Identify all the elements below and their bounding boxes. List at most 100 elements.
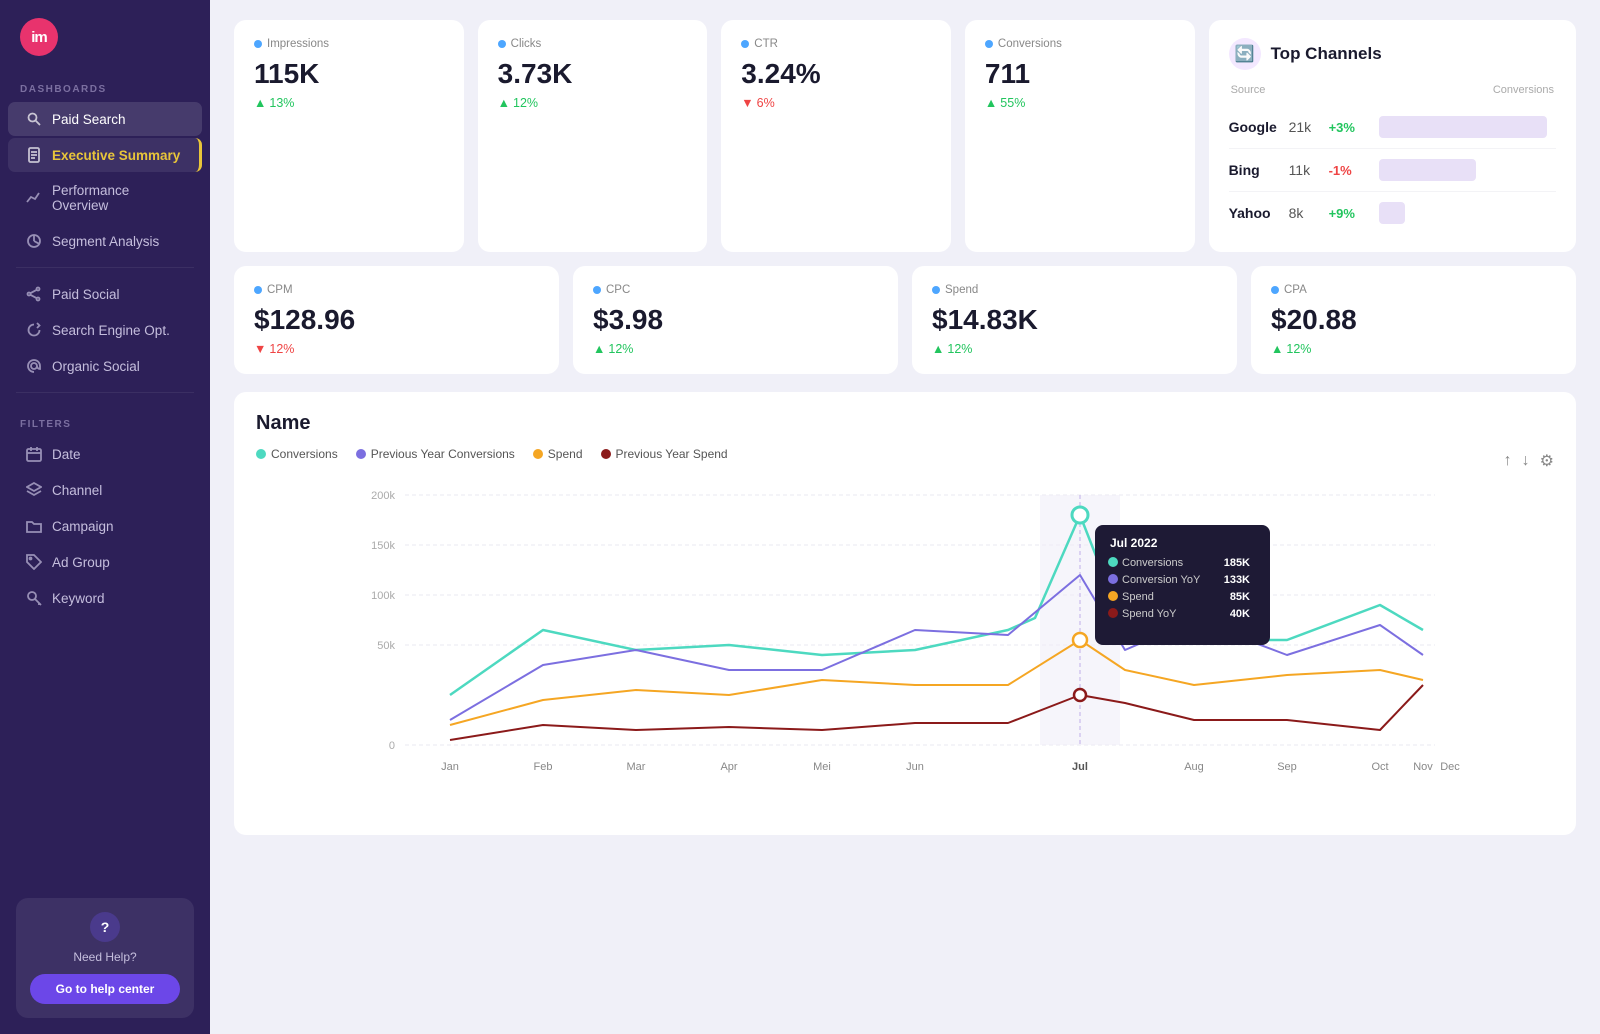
- svg-text:185K: 185K: [1224, 557, 1250, 569]
- metrics-row-1: Impressions 115K ▲ 13% Clicks 3.73K ▲ 12…: [234, 20, 1576, 252]
- layers-icon: [26, 482, 42, 498]
- svg-text:Feb: Feb: [534, 761, 553, 773]
- svg-text:Nov: Nov: [1413, 761, 1433, 773]
- line-prev-conversions: [450, 575, 1423, 720]
- tc-pct-google: +3%: [1329, 120, 1369, 135]
- svg-text:Apr: Apr: [720, 761, 737, 773]
- svg-text:133K: 133K: [1224, 574, 1250, 586]
- dot-spend-jul: [1073, 633, 1087, 647]
- metric-dot-spend: [932, 286, 940, 294]
- svg-text:Conversion YoY: Conversion YoY: [1122, 574, 1201, 586]
- tc-count-google: 21k: [1289, 119, 1329, 135]
- arrow-down-cpm: ▼: [254, 342, 266, 356]
- arrow-up-cpc: ▲: [593, 342, 605, 356]
- svg-text:Spend YoY: Spend YoY: [1122, 608, 1177, 620]
- metric-change-spend: ▲ 12%: [932, 342, 1217, 356]
- help-box: ? Need Help? Go to help center: [16, 898, 194, 1018]
- top-channels-card: 🔄 Top Channels Source Conversions Google…: [1209, 20, 1576, 252]
- tag-icon: [26, 554, 42, 570]
- legend-spend: Spend: [533, 447, 583, 461]
- sidebar-label-search-engine-opt: Search Engine Opt.: [52, 323, 170, 338]
- sidebar-item-search-engine-opt[interactable]: Search Engine Opt.: [8, 313, 202, 347]
- tc-bar-wrap-google: [1379, 116, 1556, 138]
- metric-dot-ctr: [741, 40, 749, 48]
- divider-1: [16, 267, 194, 268]
- legend-dot-spend: [533, 449, 543, 459]
- dashboards-label: DASHBOARDS: [0, 66, 210, 101]
- sidebar-item-paid-social[interactable]: Paid Social: [8, 277, 202, 311]
- metric-value-conversions: 711: [985, 58, 1175, 90]
- metric-value-clicks: 3.73K: [498, 58, 688, 90]
- sidebar-item-paid-search[interactable]: Paid Search: [8, 102, 202, 136]
- top-channels-row-yahoo: Yahoo 8k +9%: [1229, 192, 1556, 234]
- metric-dot-conversions: [985, 40, 993, 48]
- svg-text:Spend: Spend: [1122, 591, 1154, 603]
- tc-bar-yahoo: [1379, 202, 1406, 224]
- metric-value-ctr: 3.24%: [741, 58, 931, 90]
- pie-icon: [26, 233, 42, 249]
- svg-text:Jul: Jul: [1072, 761, 1088, 773]
- tc-bar-wrap-bing: [1379, 159, 1556, 181]
- chart-svg: 200k 150k 100k 50k 0: [256, 475, 1554, 815]
- svg-text:Jan: Jan: [441, 761, 459, 773]
- sidebar-item-performance-overview[interactable]: Performance Overview: [8, 174, 202, 222]
- metric-value-cpm: $128.96: [254, 304, 539, 336]
- metric-change-cpm: ▼ 12%: [254, 342, 539, 356]
- sidebar-label-date: Date: [52, 447, 81, 462]
- tc-pct-bing: -1%: [1329, 163, 1369, 178]
- chart-actions: ↑ ↓ ⚙: [1504, 451, 1554, 471]
- metric-dot-impressions: [254, 40, 262, 48]
- svg-text:Dec: Dec: [1440, 761, 1460, 773]
- top-channels-row-google: Google 21k +3%: [1229, 106, 1556, 149]
- sidebar-item-ad-group[interactable]: Ad Group: [8, 545, 202, 579]
- sidebar-label-performance-overview: Performance Overview: [52, 183, 184, 213]
- chart-tooltip: Jul 2022 Conversions 185K Conversion YoY…: [1095, 525, 1270, 645]
- chart-settings-button[interactable]: ⚙: [1540, 451, 1554, 471]
- metric-card-impressions: Impressions 115K ▲ 13%: [234, 20, 464, 252]
- arrow-up-clicks: ▲: [498, 96, 510, 110]
- chart-download-button[interactable]: ↓: [1522, 452, 1530, 470]
- metric-dot-clicks: [498, 40, 506, 48]
- metric-card-conversions: Conversions 711 ▲ 55%: [965, 20, 1195, 252]
- sidebar-item-campaign[interactable]: Campaign: [8, 509, 202, 543]
- metric-card-cpa: CPA $20.88 ▲ 12%: [1251, 266, 1576, 374]
- tc-count-bing: 11k: [1289, 162, 1329, 178]
- svg-text:Jun: Jun: [906, 761, 924, 773]
- sidebar-item-date[interactable]: Date: [8, 437, 202, 471]
- folder-icon: [26, 518, 42, 534]
- dot-conversions-jul: [1072, 507, 1088, 523]
- sidebar-item-keyword[interactable]: Keyword: [8, 581, 202, 615]
- arrow-up-spend: ▲: [932, 342, 944, 356]
- metric-dot-cpm: [254, 286, 262, 294]
- svg-text:50k: 50k: [377, 640, 395, 652]
- chart-upload-button[interactable]: ↑: [1504, 452, 1512, 470]
- sidebar-item-channel[interactable]: Channel: [8, 473, 202, 507]
- at-icon: [26, 358, 42, 374]
- sidebar-item-executive-summary[interactable]: Executive Summary: [8, 138, 202, 172]
- calendar-icon: [26, 446, 42, 462]
- sidebar-label-campaign: Campaign: [52, 519, 114, 534]
- metric-label-spend: Spend: [932, 284, 1217, 296]
- sidebar-item-segment-analysis[interactable]: Segment Analysis: [8, 224, 202, 258]
- help-center-button[interactable]: Go to help center: [30, 974, 180, 1004]
- sidebar-item-organic-social[interactable]: Organic Social: [8, 349, 202, 383]
- svg-text:Aug: Aug: [1184, 761, 1204, 773]
- metric-value-cpa: $20.88: [1271, 304, 1556, 336]
- top-channels-title: Top Channels: [1271, 44, 1382, 64]
- sidebar-label-segment-analysis: Segment Analysis: [52, 234, 159, 249]
- tc-count-yahoo: 8k: [1289, 205, 1329, 221]
- legend-dot-prev-conversions: [356, 449, 366, 459]
- dot-prev-spend-jul: [1074, 689, 1086, 701]
- chart-icon: [26, 190, 42, 206]
- tc-pct-yahoo: +9%: [1329, 206, 1369, 221]
- key-icon: [26, 590, 42, 606]
- tc-bar-wrap-yahoo: [1379, 202, 1556, 224]
- sidebar-label-keyword: Keyword: [52, 591, 105, 606]
- chart-title: Name: [256, 412, 1554, 435]
- metric-change-cpa: ▲ 12%: [1271, 342, 1556, 356]
- sidebar: im DASHBOARDS Paid Search Executive Summ…: [0, 0, 210, 1034]
- metric-dot-cpa: [1271, 286, 1279, 294]
- help-icon: ?: [90, 912, 120, 942]
- legend-prev-conversions: Previous Year Conversions: [356, 447, 515, 461]
- metric-label-impressions: Impressions: [254, 38, 444, 50]
